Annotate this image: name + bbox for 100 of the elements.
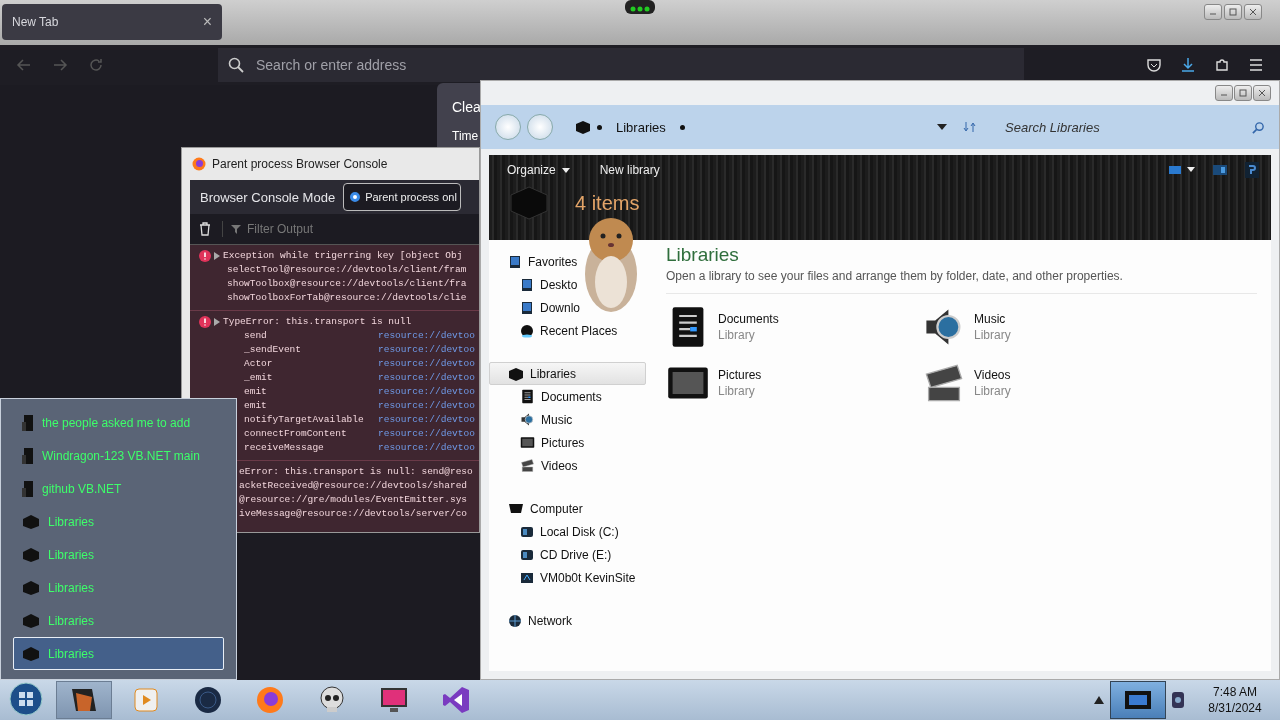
library-item[interactable]: Music Library [922, 302, 1178, 352]
jump-list-item[interactable]: Libraries [13, 637, 224, 670]
network-icon[interactable] [1170, 690, 1186, 710]
source-link[interactable]: resource://devtoo [378, 441, 479, 455]
sidebar-item[interactable]: Documents [489, 385, 646, 408]
search-field[interactable]: Search Libraries [1003, 118, 1207, 136]
stack-line: selectTool@resource://devtools/client/fram [227, 263, 468, 277]
filter-field[interactable]: Filter Output [245, 221, 399, 237]
maximize-button[interactable] [1234, 85, 1252, 101]
new-library-button[interactable]: New library [599, 163, 660, 177]
breadcrumb[interactable]: Libraries [616, 119, 666, 135]
dialog-title: Clea [452, 99, 482, 115]
source-link[interactable]: resource://devtoo [378, 371, 479, 385]
stack-line: showToolboxForTab@resource://devtools/clie [227, 291, 468, 305]
function-name: receiveMessage [244, 441, 325, 455]
dialog-label: Time [452, 129, 480, 143]
play-icon [134, 688, 158, 712]
library-box-icon [508, 366, 524, 381]
jump-list-item[interactable]: Libraries [13, 505, 224, 538]
sidebar-item[interactable]: Videos [489, 454, 646, 477]
sidebar-item[interactable]: VM0b0t KevinSite [489, 566, 646, 589]
separator-dot [597, 124, 602, 130]
sidebar-item[interactable]: Libraries [489, 362, 646, 385]
tray-arrow-icon[interactable] [1094, 696, 1104, 704]
sidebar-item[interactable]: Deskto [489, 273, 646, 296]
expand-arrow-icon[interactable] [214, 252, 220, 260]
source-link[interactable]: resource://devtoo [378, 343, 479, 357]
pocket-icon[interactable] [1146, 57, 1162, 73]
message-text: Exception while trigerring key [object Obj [223, 249, 463, 263]
minimize-button[interactable] [1215, 85, 1233, 101]
sidebar-item[interactable]: Recent Places [489, 319, 646, 342]
maximize-button[interactable] [1224, 4, 1242, 20]
close-button[interactable] [1253, 85, 1271, 101]
sidebar-item[interactable]: Favorites [489, 250, 646, 273]
sidebar-item[interactable]: Downlo [489, 296, 646, 319]
download-icon[interactable] [1180, 57, 1196, 73]
file-icon [22, 413, 34, 432]
puzzle-icon[interactable] [1214, 57, 1230, 73]
picture-frame-icon [520, 435, 535, 450]
minimize-button[interactable] [1204, 4, 1222, 20]
error-icon [199, 316, 211, 328]
maximize-icon [1229, 8, 1237, 16]
jump-list-item[interactable]: Libraries [13, 571, 224, 604]
view-icon[interactable] [1169, 164, 1195, 176]
close-button[interactable] [1244, 4, 1262, 20]
firefox-icon [255, 685, 285, 715]
sidebar-item[interactable]: Computer [489, 497, 646, 520]
item-count: 4 items [575, 191, 640, 215]
drive-icon [520, 524, 534, 539]
function-name: emit [244, 385, 268, 399]
jump-list-item[interactable]: Libraries [13, 538, 224, 571]
sidebar-item[interactable]: Pictures [489, 431, 646, 454]
dropdown-caret-icon[interactable] [937, 124, 947, 130]
source-link[interactable]: resource://devtoo [378, 385, 479, 399]
tab-close-button[interactable]: × [202, 13, 212, 31]
jump-list-item[interactable]: the people asked me to add [13, 406, 224, 439]
monitor-icon [520, 300, 534, 315]
clock[interactable]: 7:48 AM 8/31/2024 [1190, 685, 1280, 715]
function-name: emit [244, 399, 268, 413]
address-bar[interactable]: Search or enter address [218, 48, 1024, 82]
sidebar-item[interactable]: Network [489, 609, 646, 632]
source-link[interactable]: resource://devtoo [378, 329, 479, 343]
library-box-icon [575, 120, 591, 134]
expand-arrow-icon[interactable] [214, 318, 220, 326]
sidebar-item[interactable]: Music [489, 408, 646, 431]
menu-icon[interactable] [1248, 57, 1264, 73]
mode-label: Browser Console Mode [200, 189, 336, 205]
jump-list-item[interactable]: Libraries [13, 604, 224, 637]
jump-list-item[interactable]: github VB.NET [13, 472, 224, 505]
source-link[interactable]: resource://devtoo [378, 357, 479, 371]
source-link[interactable]: resource://devtoo [378, 399, 479, 413]
help-icon[interactable] [1245, 162, 1259, 178]
filter-bar[interactable]: Filter Output [190, 214, 479, 245]
function-name: _emit [244, 371, 274, 385]
source-link[interactable]: resource://devtoo [378, 427, 479, 441]
close-icon [1258, 89, 1266, 97]
film-reel-icon [520, 458, 535, 473]
sidebar-item[interactable]: Local Disk (C:) [489, 520, 646, 543]
refresh-icon[interactable] [963, 120, 977, 134]
source-link[interactable]: resource://devtoo [378, 413, 479, 427]
jump-list-item[interactable]: Windragon-123 VB.NET main [13, 439, 224, 472]
taskbar-button[interactable] [56, 681, 112, 719]
preview-pane-icon[interactable] [1213, 164, 1227, 176]
library-item[interactable]: Videos Library [922, 358, 1178, 408]
library-box-icon [22, 546, 40, 563]
library-item[interactable]: Documents Library [666, 302, 922, 352]
function-name: Actor [244, 357, 274, 371]
trash-icon[interactable] [198, 222, 212, 236]
separator-dot [679, 124, 685, 130]
browser-tab[interactable]: New Tab × [2, 4, 222, 40]
page-description: Open a library to see your files and arrange them by folder, date, and other properties. [666, 269, 1257, 294]
stack-line: showToolbox@resource://devtools/client/fra [227, 277, 468, 291]
tray-button[interactable] [1110, 681, 1166, 719]
sidebar-item[interactable]: CD Drive (E:) [489, 543, 646, 566]
mode-option[interactable]: Parent process onl [343, 183, 461, 211]
window-title: Parent process Browser Console [212, 157, 388, 171]
globe-icon [193, 685, 223, 715]
organize-button[interactable]: Organize [507, 163, 570, 177]
gadget-drawing [625, 0, 655, 14]
library-item[interactable]: Pictures Library [666, 358, 922, 408]
